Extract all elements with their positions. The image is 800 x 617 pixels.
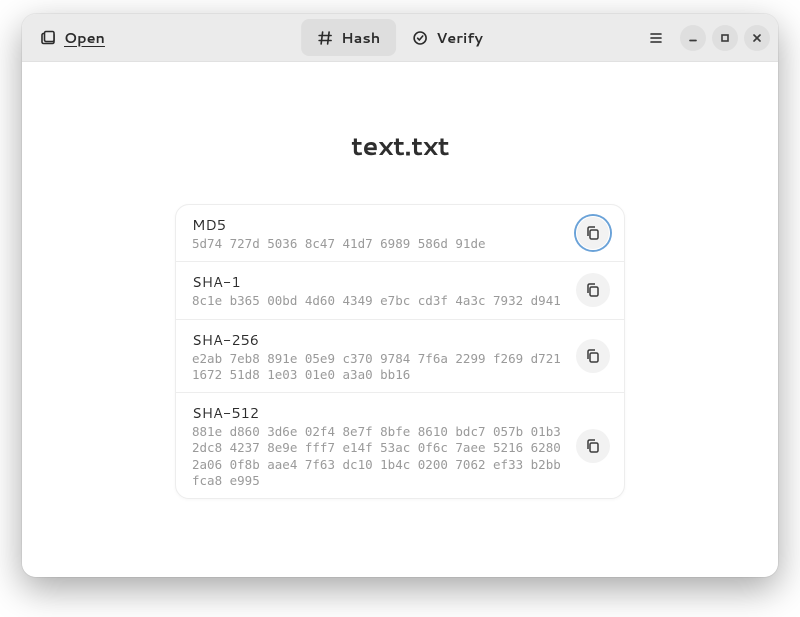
verify-icon [412,30,428,46]
hash-value: 881e d860 3d6e 02f4 8e7f 8bfe 8610 bdc7 … [192,424,566,489]
main-menu-button[interactable] [642,24,670,52]
copy-icon [585,438,601,454]
hash-algo-label: SHA-512 [192,402,566,423]
hash-row: SHA-256 e2ab 7eb8 891e 05e9 c370 9784 7f… [176,320,624,394]
hash-text: MD5 5d74 727d 5036 8c47 41d7 6989 586d 9… [192,214,566,252]
tab-label: Verify [436,27,483,48]
document-open-icon [40,30,56,46]
tab-label: Hash [341,27,380,48]
minimize-icon [686,31,700,45]
hash-row: SHA-512 881e d860 3d6e 02f4 8e7f 8bfe 86… [176,393,624,498]
app-window: Open Hash [22,14,778,577]
copy-icon [585,282,601,298]
tab-verify[interactable]: Verify [396,19,499,56]
close-icon [750,31,764,45]
hash-list: MD5 5d74 727d 5036 8c47 41d7 6989 586d 9… [175,204,625,499]
open-label: Open [64,27,105,48]
hash-value: e2ab 7eb8 891e 05e9 c370 9784 7f6a 2299 … [192,351,566,384]
copy-icon [585,225,601,241]
hamburger-icon [648,30,664,46]
headerbar: Open Hash [22,14,778,62]
hash-algo-label: MD5 [192,214,566,235]
tab-hash[interactable]: Hash [301,19,396,56]
view-switcher: Hash Verify [301,19,499,56]
hash-text: SHA-1 8c1e b365 00bd 4d60 4349 e7bc cd3f… [192,271,566,309]
copy-hash-button[interactable] [576,273,610,307]
hash-algo-label: SHA-256 [192,329,566,350]
hash-row: MD5 5d74 727d 5036 8c47 41d7 6989 586d 9… [176,205,624,262]
copy-icon [585,348,601,364]
hash-text: SHA-256 e2ab 7eb8 891e 05e9 c370 9784 7f… [192,329,566,384]
copy-hash-button[interactable] [576,429,610,463]
copy-hash-button[interactable] [576,216,610,250]
hash-row: SHA-1 8c1e b365 00bd 4d60 4349 e7bc cd3f… [176,262,624,319]
hash-value: 8c1e b365 00bd 4d60 4349 e7bc cd3f 4a3c … [192,293,566,309]
hash-icon [317,30,333,46]
maximize-button[interactable] [712,25,738,51]
minimize-button[interactable] [680,25,706,51]
hash-text: SHA-512 881e d860 3d6e 02f4 8e7f 8bfe 86… [192,402,566,489]
hash-algo-label: SHA-1 [192,271,566,292]
hash-value: 5d74 727d 5036 8c47 41d7 6989 586d 91de [192,236,566,252]
headerbar-left: Open [30,21,115,54]
open-button[interactable]: Open [30,21,115,54]
content-area: text.txt MD5 5d74 727d 5036 8c47 41d7 69… [22,62,778,577]
file-name-title: text.txt [351,128,449,164]
maximize-icon [718,31,732,45]
close-button[interactable] [744,25,770,51]
headerbar-right [642,24,770,52]
copy-hash-button[interactable] [576,339,610,373]
